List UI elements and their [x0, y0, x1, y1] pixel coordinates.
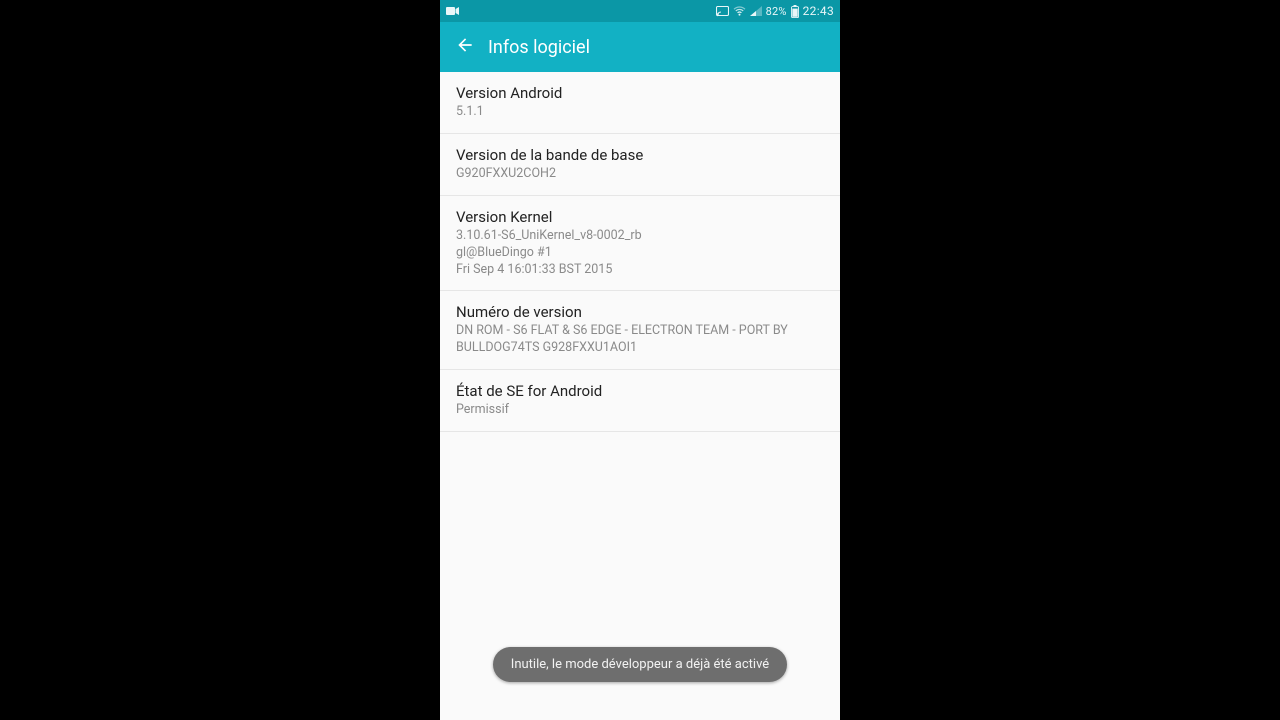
phone-frame: 82% 22:43 Infos logiciel Version Android	[440, 0, 840, 720]
item-subtitle: 5.1.1	[456, 104, 824, 121]
status-bar: 82% 22:43	[440, 0, 840, 22]
item-subtitle: Permissif	[456, 402, 824, 419]
item-title: Version Android	[456, 84, 824, 102]
item-build-number[interactable]: Numéro de version DN ROM - S6 FLAT & S6 …	[440, 291, 840, 370]
item-title: Version de la bande de base	[456, 146, 824, 164]
item-baseband-version[interactable]: Version de la bande de base G920FXXU2COH…	[440, 134, 840, 196]
item-subtitle: DN ROM - S6 FLAT & S6 EDGE - ELECTRON TE…	[456, 323, 824, 357]
wifi-icon	[733, 6, 746, 16]
page-title: Infos logiciel	[488, 37, 590, 58]
clock: 22:43	[803, 4, 834, 18]
toast-container: Inutile, le mode développeur a déjà été …	[440, 647, 840, 682]
item-title: Version Kernel	[456, 208, 824, 226]
status-left	[446, 6, 460, 16]
cell-signal-icon	[750, 6, 762, 16]
cast-icon	[716, 6, 729, 17]
battery-percent: 82%	[766, 5, 787, 18]
video-camera-icon	[446, 6, 460, 16]
battery-icon	[791, 5, 799, 18]
arrow-left-icon	[455, 35, 475, 59]
action-bar: Infos logiciel	[440, 22, 840, 72]
item-subtitle: 3.10.61-S6_UniKernel_v8-0002_rb gl@BlueD…	[456, 228, 824, 279]
back-button[interactable]	[450, 32, 480, 62]
item-subtitle: G920FXXU2COH2	[456, 166, 824, 183]
stage: 82% 22:43 Infos logiciel Version Android	[0, 0, 1280, 720]
content-area: Version Android 5.1.1 Version de la band…	[440, 72, 840, 720]
item-kernel-version[interactable]: Version Kernel 3.10.61-S6_UniKernel_v8-0…	[440, 196, 840, 292]
status-right: 82% 22:43	[716, 4, 834, 18]
item-title: Numéro de version	[456, 303, 824, 321]
item-android-version[interactable]: Version Android 5.1.1	[440, 72, 840, 134]
toast-message: Inutile, le mode développeur a déjà été …	[493, 647, 787, 682]
item-title: État de SE for Android	[456, 382, 824, 400]
item-se-android-status[interactable]: État de SE for Android Permissif	[440, 370, 840, 432]
settings-list: Version Android 5.1.1 Version de la band…	[440, 72, 840, 432]
